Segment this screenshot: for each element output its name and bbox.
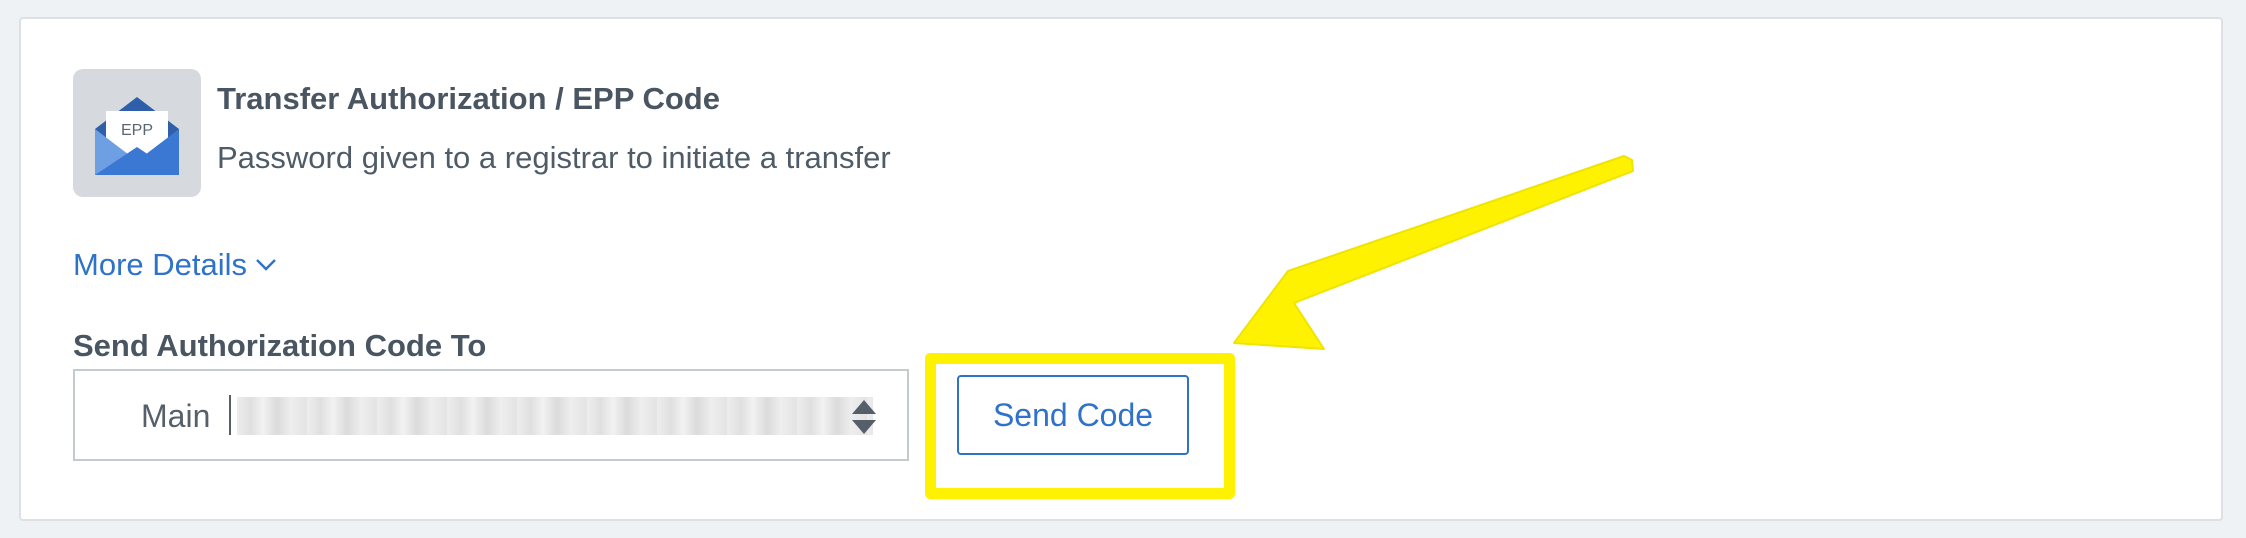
select-up-down-icon: [852, 400, 876, 434]
send-code-button[interactable]: Send Code: [957, 375, 1189, 455]
more-details-label: More Details: [73, 247, 247, 282]
epp-code-card: EPP Transfer Authorization / EPP Code Pa…: [19, 17, 2223, 521]
redacted-email-value: [237, 397, 873, 435]
epp-icon-tile: EPP: [73, 69, 201, 197]
card-title: Transfer Authorization / EPP Code: [217, 81, 720, 116]
more-details-link[interactable]: More Details: [73, 247, 277, 283]
chevron-down-icon: [256, 259, 276, 271]
select-selected-value: Main: [141, 398, 211, 434]
envelope-epp-label: EPP: [121, 122, 153, 139]
send-to-select[interactable]: Main: [73, 369, 909, 461]
envelope-epp-icon: EPP: [95, 97, 179, 175]
send-to-field-label: Send Authorization Code To: [73, 328, 487, 363]
select-value-separator: [229, 395, 231, 435]
card-subtitle: Password given to a registrar to initiat…: [217, 140, 891, 175]
